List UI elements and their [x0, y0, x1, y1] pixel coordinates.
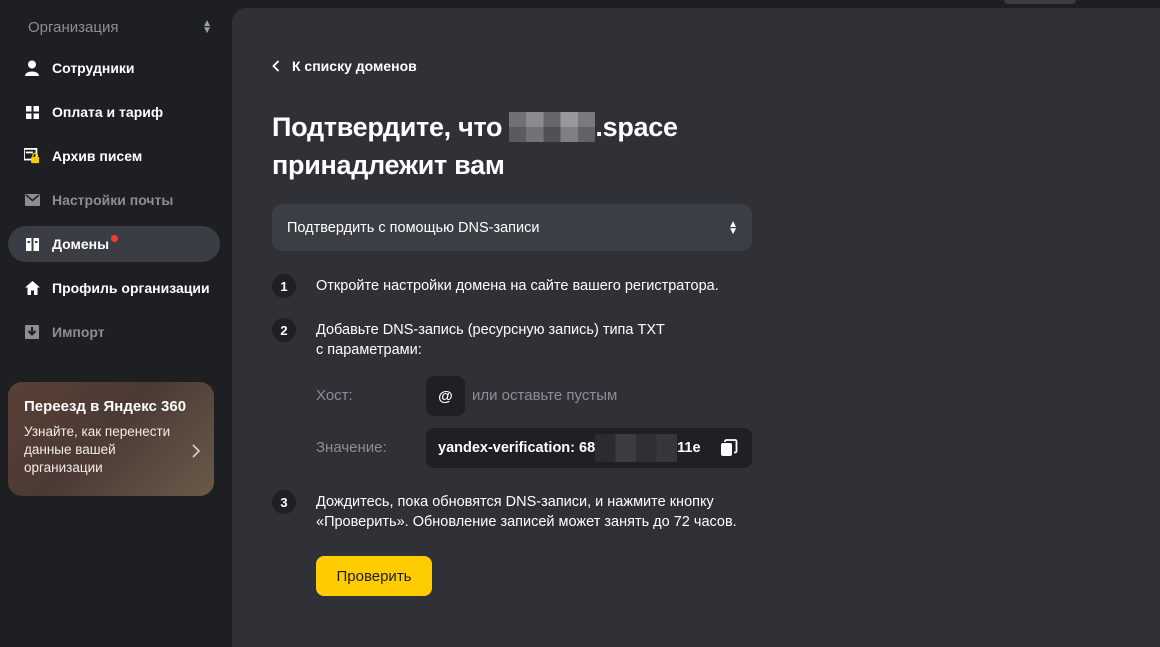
step-2-text: Добавьте DNS-запись (ресурсную запись) т…: [316, 320, 665, 360]
organization-switcher-label: Организация: [28, 18, 119, 36]
archive-lock-icon: [24, 148, 40, 164]
sidebar-item-import[interactable]: Импорт: [8, 314, 220, 350]
promo-title: Переезд в Яндекс 360: [24, 398, 187, 415]
sidebar-item-org-profile[interactable]: Профиль организации: [8, 270, 220, 306]
step-2-line1: Добавьте DNS-запись (ресурсную запись) т…: [316, 322, 665, 338]
grid-icon: [24, 104, 40, 120]
txt-value-field[interactable]: yandex-verification: 68 11e: [426, 428, 752, 468]
sidebar-item-billing[interactable]: Оплата и тариф: [8, 94, 220, 130]
promo-text: Узнайте, как перенести данные вашей орга…: [24, 424, 171, 475]
sidebar-item-mail-settings[interactable]: Настройки почты: [8, 182, 220, 218]
redacted-domain: [509, 112, 596, 142]
copy-icon[interactable]: [720, 439, 738, 457]
check-button[interactable]: Проверить: [316, 556, 432, 596]
page-title: Подтвердите, что .space принадлежит вам: [272, 108, 752, 184]
value-label: Значение:: [316, 439, 387, 456]
txt-value-prefix: yandex-verification: 68: [438, 440, 596, 456]
chevron-right-icon: [192, 444, 201, 463]
sidebar-item-domains[interactable]: Домены: [8, 226, 220, 262]
step-number: 1: [272, 274, 296, 298]
sidebar-item-label: Настройки почты: [52, 192, 174, 208]
verification-method-select[interactable]: Подтвердить с помощью DNS-записи ▲ ▼: [272, 204, 752, 251]
sidebar-item-archive[interactable]: Архив писем: [8, 138, 220, 174]
step-3-line1: Дождитесь, пока обновятся DNS-записи, и …: [316, 494, 714, 510]
title-domain-suffix: .space: [595, 112, 678, 142]
domain-verification-panel: К списку доменов Подтвердите, что .space…: [232, 8, 1160, 647]
step-number: 3: [272, 490, 296, 514]
back-to-domains-link[interactable]: К списку доменов: [272, 56, 417, 76]
back-link-label: К списку доменов: [292, 58, 417, 74]
domains-icon: [24, 236, 40, 252]
host-hint: или оставьте пустым: [472, 387, 618, 404]
person-icon: [24, 60, 40, 76]
chevron-left-icon: [272, 60, 280, 72]
step-number: 2: [272, 318, 296, 342]
step-1-text: Откройте настройки домена на сайте вашег…: [316, 278, 719, 294]
step-2-line2: с параметрами:: [316, 342, 422, 358]
host-value[interactable]: @: [426, 376, 465, 416]
title-prefix: Подтвердите, что: [272, 112, 503, 142]
sidebar: Организация ▲ ▼ Сотрудники Оплата и тариф…: [0, 0, 232, 647]
migration-promo-card[interactable]: Переезд в Яндекс 360 Узнайте, как перене…: [8, 382, 214, 496]
redacted-token: [595, 434, 678, 462]
top-handle: [1004, 0, 1076, 4]
title-line2: принадлежит вам: [272, 150, 505, 180]
sidebar-item-label: Профиль организации: [52, 280, 210, 296]
notification-dot: [111, 234, 119, 242]
step-3-line2: «Проверить». Обновление записей может за…: [316, 514, 737, 530]
sort-arrows-icon: ▲ ▼: [728, 218, 738, 237]
sidebar-item-label: Домены: [52, 236, 110, 252]
host-label: Хост:: [316, 387, 353, 404]
sidebar-item-label: Импорт: [52, 324, 105, 340]
home-icon: [24, 280, 40, 296]
sort-arrows-icon: ▲ ▼: [202, 18, 212, 36]
mail-icon: [24, 192, 40, 208]
organization-switcher[interactable]: Организация ▲ ▼: [28, 16, 212, 38]
sidebar-item-employees[interactable]: Сотрудники: [8, 50, 220, 86]
step-3-text: Дождитесь, пока обновятся DNS-записи, и …: [316, 492, 737, 532]
verification-method-value: Подтвердить с помощью DNS-записи: [287, 219, 540, 236]
sidebar-item-label: Архив писем: [52, 148, 143, 164]
sidebar-item-label: Сотрудники: [52, 60, 135, 76]
txt-value-suffix: 11e: [677, 440, 701, 456]
sidebar-item-label: Оплата и тариф: [52, 104, 164, 120]
import-icon: [24, 324, 40, 340]
